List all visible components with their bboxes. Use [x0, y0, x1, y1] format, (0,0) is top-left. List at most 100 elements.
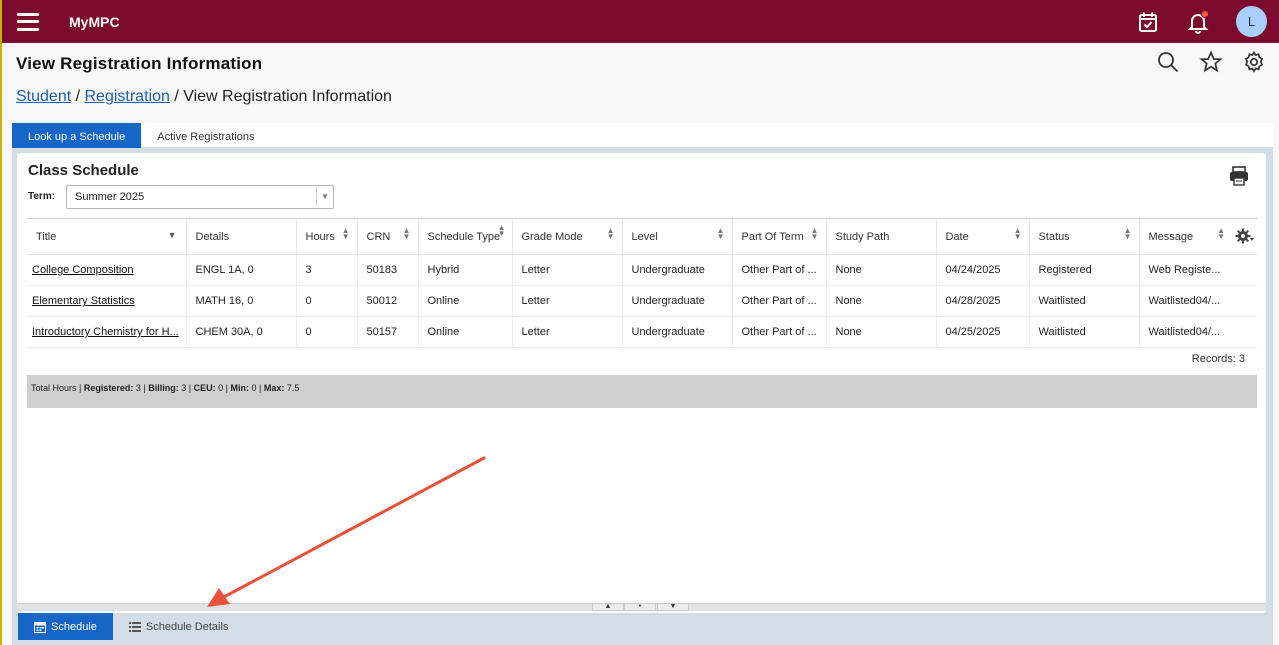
cell-study-path: None [826, 285, 937, 317]
cell-crn: 50012 [357, 285, 419, 317]
cell-grade-mode: Letter [512, 316, 623, 348]
calendar-check-icon[interactable] [1136, 10, 1160, 34]
column-label: Part Of Term [741, 230, 804, 243]
tab-active-registrations[interactable]: Active Registrations [141, 123, 270, 148]
notification-bell-icon[interactable] [1186, 9, 1210, 34]
table-row: Introductory Chemistry for H... CHEM 30A… [27, 316, 1257, 348]
column-header-date[interactable]: Date ▲ ▼ [936, 218, 1030, 255]
column-label: Date [945, 230, 969, 243]
cell-schedule-type: Online [418, 316, 513, 348]
class-schedule-title: Class Schedule [28, 162, 139, 179]
cell-part-of-term: Other Part of ... [732, 285, 827, 317]
cell-status: Registered [1029, 254, 1140, 286]
sort-icon[interactable]: ▲ ▼ [1124, 227, 1132, 241]
column-label: CRN [366, 230, 391, 243]
cell-status: Waitlisted [1029, 316, 1140, 348]
star-icon[interactable] [1199, 50, 1223, 74]
column-label: Level [631, 230, 658, 243]
splitter-grip-icon[interactable]: • [624, 603, 656, 611]
course-link[interactable]: Introductory Chemistry for H... [32, 326, 179, 338]
column-header-study-path[interactable]: Study Path [826, 218, 937, 255]
breadcrumb-student[interactable]: Student [16, 88, 71, 105]
tab-schedule[interactable]: Schedule [18, 613, 113, 640]
cell-date: 04/28/2025 [936, 285, 1030, 317]
breadcrumb-registration[interactable]: Registration [85, 88, 170, 105]
column-header-status[interactable]: Status ▲ ▼ [1029, 218, 1140, 255]
column-label: Status [1038, 230, 1070, 243]
cell-schedule-type: Hybrid [418, 254, 513, 286]
summary-billing-value: 3 [181, 383, 187, 393]
column-header-crn[interactable]: CRN ▲ ▼ [357, 218, 419, 255]
cell-title: College Composition [27, 254, 187, 286]
sort-icon[interactable]: ▲ ▼ [498, 224, 506, 238]
summary-registered-label: Registered: [83, 383, 134, 393]
cell-part-of-term: Other Part of ... [732, 316, 827, 348]
summary-max-label: Max: [263, 383, 285, 393]
column-label: Title [36, 230, 57, 243]
column-label: Message [1148, 230, 1194, 243]
app-name[interactable]: MyMPC [69, 14, 120, 30]
course-link[interactable]: College Composition [32, 264, 134, 276]
collapse-down-icon[interactable]: ▼ [657, 603, 689, 611]
column-label: Schedule Type [427, 230, 501, 243]
summary-ceu-value: 0 [218, 383, 224, 393]
column-header-part-of-term[interactable]: Part Of Term ▲ ▼ [732, 218, 827, 255]
cell-message: Waitlisted04/... [1139, 285, 1257, 317]
term-label: Term: [28, 191, 56, 202]
summary-min-label: Min: [230, 383, 250, 393]
cell-part-of-term: Other Part of ... [732, 254, 827, 286]
column-settings-gear-icon[interactable] [1235, 227, 1255, 245]
avatar[interactable]: L [1236, 6, 1267, 37]
cell-date: 04/24/2025 [936, 254, 1030, 286]
column-label: Study Path [835, 230, 890, 243]
table-row: Elementary Statistics MATH 16, 0 0 50012… [27, 285, 1257, 317]
notification-badge [1201, 9, 1209, 18]
cell-level: Undergraduate [622, 285, 733, 317]
sort-icon[interactable]: ▲ ▼ [717, 227, 725, 241]
summary-ceu-label: CEU: [193, 383, 216, 393]
sort-icon[interactable]: ▲ ▼ [1217, 227, 1225, 241]
column-label: Hours [305, 230, 335, 243]
cell-hours: 0 [296, 316, 358, 348]
term-dropdown[interactable]: Summer 2025 ▼ [66, 185, 334, 209]
cell-study-path: None [826, 254, 937, 286]
total-hours-summary: Total Hours | Registered: 3 | Billing: 3… [27, 375, 1257, 408]
cell-level: Undergraduate [622, 316, 733, 348]
column-header-title[interactable]: Title ▼ [27, 218, 187, 255]
summary-total-hours-label: Total Hours [31, 383, 77, 393]
column-header-grade-mode[interactable]: Grade Mode ▲ ▼ [512, 218, 623, 255]
top-navigation-bar: MyMPC L [2, 0, 1279, 43]
tab-schedule-details[interactable]: Schedule Details [113, 613, 245, 640]
cell-grade-mode: Letter [512, 254, 623, 286]
tab-look-up-schedule[interactable]: Look up a Schedule [12, 123, 142, 148]
column-header-message[interactable]: Message ▲ ▼ [1139, 218, 1257, 255]
cell-message: Waitlisted04/... [1139, 316, 1257, 348]
sort-icon[interactable]: ▲ ▼ [342, 227, 350, 241]
cell-title: Introductory Chemistry for H... [27, 316, 187, 348]
settings-gear-icon[interactable] [1242, 50, 1266, 74]
column-header-hours[interactable]: Hours ▲ ▼ [296, 218, 358, 255]
print-icon[interactable] [1228, 166, 1250, 186]
column-header-schedule-type[interactable]: Schedule Type ▲ ▼ [418, 218, 513, 255]
cell-hours: 3 [296, 254, 358, 286]
breadcrumb-separator: / [169, 88, 184, 105]
search-icon[interactable] [1156, 50, 1180, 74]
sort-icon[interactable]: ▲ ▼ [811, 227, 819, 241]
cell-schedule-type: Online [418, 285, 513, 317]
column-header-details[interactable]: Details [186, 218, 297, 255]
sort-icon[interactable]: ▲ ▼ [607, 227, 615, 241]
cell-details: CHEM 30A, 0 [186, 316, 297, 348]
cell-details: ENGL 1A, 0 [186, 254, 297, 286]
sort-icon[interactable]: ▲ ▼ [403, 227, 411, 241]
course-link[interactable]: Elementary Statistics [32, 295, 135, 307]
menu-icon[interactable] [17, 12, 39, 31]
sort-icon[interactable]: ▲ ▼ [1014, 227, 1022, 241]
collapse-up-icon[interactable]: ▲ [592, 603, 624, 611]
sort-down-icon[interactable]: ▼ [168, 230, 177, 240]
bottom-tab-strip: Schedule Schedule Details [18, 613, 244, 640]
calendar-icon [34, 621, 46, 633]
breadcrumb-current: View Registration Information [183, 88, 392, 105]
class-schedule-table: Title ▼ Details Hours ▲ ▼ CRN ▲ ▼ Schedule Ty… [27, 218, 1257, 348]
chevron-down-icon[interactable]: ▼ [316, 188, 333, 206]
column-header-level[interactable]: Level ▲ ▼ [622, 218, 733, 255]
